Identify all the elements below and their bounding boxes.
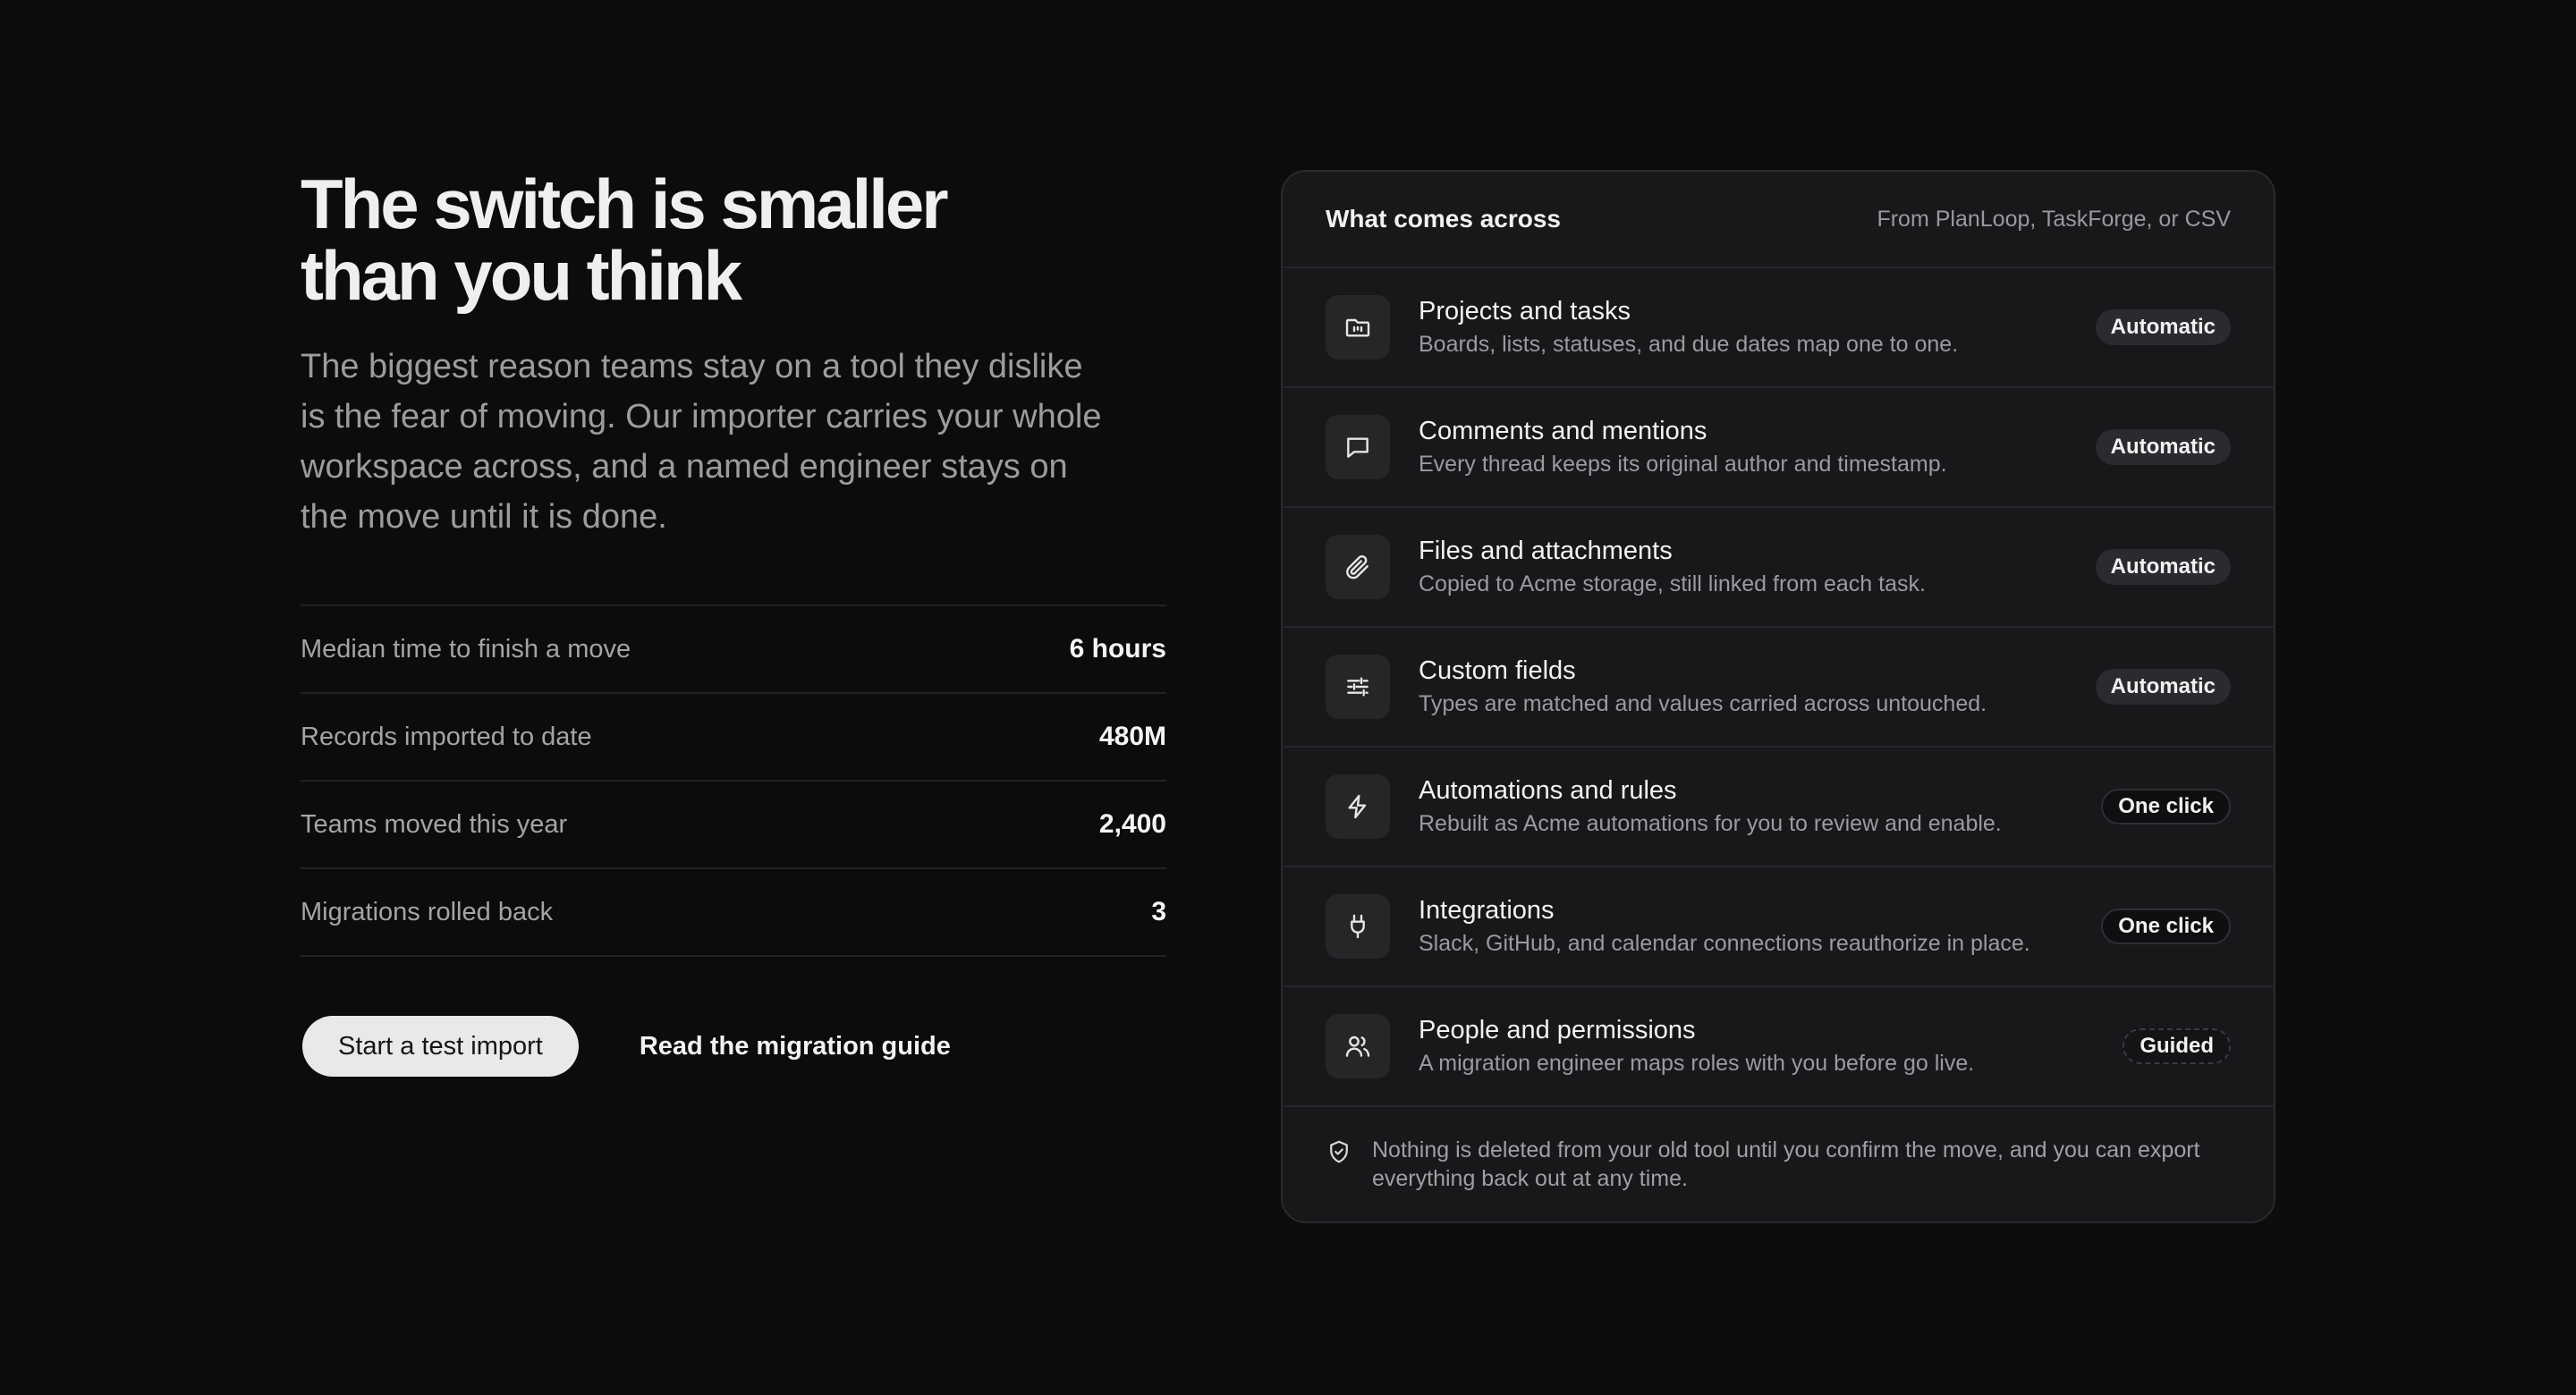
item-description: A migration engineer maps roles with you… [1419,1051,1975,1076]
item-text: People and permissions A migration engin… [1419,1014,2123,1078]
stat-row: Teams moved this year 2,400 [301,782,1166,869]
item-text: Automations and rules Rebuilt as Acme au… [1419,774,2101,839]
status-badge: Automatic [2095,309,2231,345]
item-description: Every thread keeps its original author a… [1419,452,1947,477]
list-item: Projects and tasks Boards, lists, status… [1283,268,2274,388]
list-item: Files and attachments Copied to Acme sto… [1283,508,2274,628]
headline-line-2: than you think [301,236,742,315]
status-badge: Automatic [2095,669,2231,705]
stat-value: 6 hours [1069,634,1166,664]
stat-label: Migrations rolled back [301,897,554,926]
item-title: Projects and tasks [1419,297,1631,326]
plug-icon [1326,894,1390,959]
list-item: Integrations Slack, GitHub, and calendar… [1283,867,2274,987]
card-header: What comes across From PlanLoop, TaskFor… [1283,172,2274,268]
status-badge: Automatic [2095,429,2231,465]
list-item: People and permissions A migration engin… [1283,987,2274,1107]
item-description: Copied to Acme storage, still linked fro… [1419,571,1926,596]
stat-label: Teams moved this year [301,809,568,839]
stat-row: Records imported to date 480M [301,694,1166,782]
stat-row: Migrations rolled back 3 [301,869,1166,957]
item-title: Integrations [1419,896,1555,925]
users-icon [1326,1014,1390,1078]
stat-value: 2,400 [1098,809,1166,839]
page: The switch is smaller than you think The… [0,0,2576,1395]
item-description: Boards, lists, statuses, and due dates m… [1419,332,1959,357]
list-item: Automations and rules Rebuilt as Acme au… [1283,748,2274,867]
status-badge: Automatic [2095,549,2231,585]
list-item: Custom fields Types are matched and valu… [1283,628,2274,748]
card-source: From PlanLoop, TaskForge, or CSV [1877,206,2231,232]
item-text: Comments and mentions Every thread keeps… [1419,415,2096,479]
item-text: Projects and tasks Boards, lists, status… [1419,295,2096,359]
item-title: Comments and mentions [1419,417,1707,445]
status-badge: Guided [2123,1028,2231,1064]
status-badge: One click [2101,909,2231,944]
start-test-import-button[interactable]: Start a test import [302,1016,579,1077]
migration-card: What comes across From PlanLoop, TaskFor… [1281,170,2275,1223]
item-text: Files and attachments Copied to Acme sto… [1419,535,2096,599]
stat-label: Median time to finish a move [301,634,631,664]
status-badge: One click [2101,789,2231,824]
card-title: What comes across [1326,205,1561,232]
item-description: Rebuilt as Acme automations for you to r… [1419,811,2002,836]
lightning-icon [1326,774,1390,839]
folder-icon [1326,295,1390,359]
sliders-icon [1326,655,1390,719]
page-title: The switch is smaller than you think [301,168,1166,311]
footer-note: Nothing is deleted from your old tool un… [1372,1137,2200,1191]
stat-value: 3 [1151,897,1166,926]
shield-check-icon [1330,1140,1348,1163]
item-description: Slack, GitHub, and calendar connections … [1419,931,2030,956]
stat-label: Records imported to date [301,722,592,751]
item-text: Custom fields Types are matched and valu… [1419,655,2096,719]
item-text: Integrations Slack, GitHub, and calendar… [1419,894,2101,959]
paperclip-icon [1326,535,1390,599]
item-title: Custom fields [1419,656,1576,685]
hero-description: The biggest reason teams stay on a tool … [301,348,1102,536]
item-title: Files and attachments [1419,537,1673,565]
headline-line-1: The switch is smaller [301,165,949,243]
card-footer: Nothing is deleted from your old tool un… [1283,1107,2274,1193]
stats-list: Median time to finish a move 6 hours Rec… [301,604,1166,957]
stat-value: 480M [1098,722,1166,751]
cta-row: Start a test import Read the migration g… [301,1016,1166,1077]
migration-guide-link[interactable]: Read the migration guide [640,1032,951,1061]
hero-section: The switch is smaller than you think The… [301,168,1166,1077]
stat-row: Median time to finish a move 6 hours [301,606,1166,694]
item-title: People and permissions [1419,1016,1696,1044]
list-item: Comments and mentions Every thread keeps… [1283,388,2274,508]
comment-icon [1326,415,1390,479]
item-description: Types are matched and values carried acr… [1419,691,1987,716]
item-title: Automations and rules [1419,776,1677,805]
